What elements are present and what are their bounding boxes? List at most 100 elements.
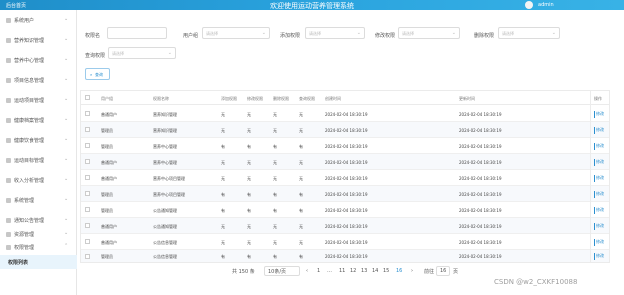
chevron-down-icon: ⌄: [64, 230, 69, 236]
cell-add: 无: [221, 176, 225, 181]
page-16-active[interactable]: 16: [396, 268, 402, 274]
sidebar-item-health-record[interactable]: 健康档案管理 ⌄: [0, 114, 77, 126]
table-row: 管理员 营养中心管理 有 有 有 有 2024-02-04 18:30:19 2…: [81, 138, 609, 154]
sidebar-item-sport-project[interactable]: 运动项目管理 ⌄: [0, 94, 77, 106]
chevron-down-icon: ⌄: [64, 96, 69, 102]
cell-query: 有: [299, 192, 303, 197]
row-checkbox[interactable]: [85, 127, 90, 132]
sidebar-item-label: 系统用户: [14, 18, 35, 24]
row-checkbox[interactable]: [85, 143, 90, 148]
goto-value: 16: [440, 268, 447, 274]
select-placeholder: 请选择: [112, 51, 124, 56]
cell-created: 2024-02-04 18:30:19: [325, 192, 368, 197]
chevron-down-icon: ⌄: [356, 30, 361, 36]
chevron-down-icon: ⌄: [551, 30, 556, 36]
list-icon: [6, 118, 11, 123]
cell-query: 无: [299, 224, 303, 229]
edit-button[interactable]: 修改: [594, 223, 604, 230]
cell-edit: 无: [247, 176, 251, 181]
cell-query: 无: [299, 128, 303, 133]
table-row: 管理员 营养知识管理 无 无 无 无 2024-02-04 18:30:19 2…: [81, 122, 609, 138]
sidebar-item-label: 项目信息管理: [14, 78, 45, 84]
sidebar-item-label: 营养中心管理: [14, 58, 45, 64]
username[interactable]: admin: [538, 2, 554, 8]
list-icon: [6, 98, 11, 103]
sidebar-subitem-label: 权限列表: [8, 260, 29, 266]
edit-button[interactable]: 修改: [594, 207, 604, 214]
row-checkbox[interactable]: [85, 207, 90, 212]
edit-button[interactable]: 修改: [594, 253, 604, 260]
role-select[interactable]: 请选择 ⌄: [202, 27, 270, 39]
page-11[interactable]: 11: [339, 268, 345, 274]
edit-button[interactable]: 修改: [594, 191, 604, 198]
gear-icon: [6, 198, 11, 203]
avatar[interactable]: [525, 1, 533, 9]
row-checkbox[interactable]: [85, 223, 90, 228]
delete-permission-select[interactable]: 请选择 ⌄: [498, 27, 560, 39]
row-checkbox[interactable]: [85, 239, 90, 244]
cell-updated: 2024-02-04 18:30:19: [459, 224, 502, 229]
sidebar-item-users[interactable]: 系统用户 ⌄: [0, 14, 77, 26]
cell-add: 无: [221, 112, 225, 117]
row-checkbox[interactable]: [85, 175, 90, 180]
add-permission-select[interactable]: 请选择 ⌄: [305, 27, 365, 39]
prev-page-button[interactable]: ‹: [306, 268, 308, 274]
page-1[interactable]: 1: [317, 268, 320, 274]
page-15[interactable]: 15: [383, 268, 389, 274]
sidebar-item-permission[interactable]: 权限管理 ⌃: [0, 241, 77, 253]
select-all-checkbox[interactable]: [85, 95, 90, 100]
edit-permission-select[interactable]: 请选择 ⌄: [398, 27, 460, 39]
search-button[interactable]: ⌕ 查询: [85, 68, 110, 80]
page-12[interactable]: 12: [350, 268, 356, 274]
cell-add: 有: [221, 192, 225, 197]
chevron-down-icon: ⌄: [64, 116, 69, 122]
cell-edit: 有: [247, 254, 251, 259]
sidebar-item-notice[interactable]: 通知公告管理 ⌄: [0, 214, 77, 226]
header-add: 添加权限: [221, 96, 237, 101]
edit-button[interactable]: 修改: [594, 159, 604, 166]
sidebar-item-resource[interactable]: 资源管理 ⌄: [0, 228, 77, 240]
cell-created: 2024-02-04 18:30:19: [325, 208, 368, 213]
person-icon: [6, 245, 11, 250]
sidebar-item-nutrition-center[interactable]: 营养中心管理 ⌄: [0, 54, 77, 66]
edit-button[interactable]: 修改: [594, 127, 604, 134]
row-checkbox[interactable]: [85, 159, 90, 164]
page-14[interactable]: 14: [372, 268, 378, 274]
sidebar-item-project-info[interactable]: 项目信息管理 ⌄: [0, 74, 77, 86]
top-bar: 后台首页 欢迎使用运动营养管理系统 admin: [0, 0, 624, 10]
book-icon: [6, 38, 11, 43]
edit-permission-label: 修改权限: [375, 33, 396, 39]
query-permission-select[interactable]: 请选择 ⌄: [108, 47, 176, 59]
cell-permission-name: 营养中心管理: [153, 160, 177, 165]
sidebar-subitem-permission-list[interactable]: 权限列表: [0, 255, 77, 269]
edit-button[interactable]: 修改: [594, 143, 604, 150]
row-checkbox[interactable]: [85, 111, 90, 116]
page-size-select[interactable]: 10条/页: [264, 266, 300, 276]
sidebar-item-healthy-diet[interactable]: 健康饮食管理 ⌄: [0, 134, 77, 146]
cell-delete: 有: [273, 254, 277, 259]
edit-button[interactable]: 修改: [594, 239, 604, 246]
account-input[interactable]: [107, 27, 167, 39]
cell-edit: 无: [247, 128, 251, 133]
list-icon: [6, 158, 11, 163]
sidebar-item-nutrition-knowledge[interactable]: 营养知识管理 ⌄: [0, 34, 77, 46]
select-placeholder: 请选择: [309, 31, 321, 36]
cell-permission-name: 营养中心项目管理: [153, 176, 185, 181]
row-checkbox[interactable]: [85, 191, 90, 196]
page-ellipsis[interactable]: …: [327, 268, 332, 274]
sidebar-item-system[interactable]: 系统管理 ⌄: [0, 194, 77, 206]
next-page-button[interactable]: ›: [411, 268, 413, 274]
table-header: 用户组 权限名称 添加权限 修改权限 删除权限 查询权限 创建时间 更新时间 操…: [81, 91, 609, 105]
sidebar-item-income-analysis[interactable]: 收入分析管理 ⌄: [0, 174, 77, 186]
select-placeholder: 请选择: [402, 31, 414, 36]
chevron-down-icon: ⌄: [451, 30, 456, 36]
cell-query: 有: [299, 208, 303, 213]
edit-button[interactable]: 修改: [594, 111, 604, 118]
goto-input[interactable]: 16: [436, 266, 450, 276]
row-checkbox[interactable]: [85, 254, 90, 259]
cell-role: 普通用户: [101, 160, 117, 165]
sidebar-item-sport-goal[interactable]: 运动目标管理 ⌄: [0, 154, 77, 166]
page-13[interactable]: 13: [361, 268, 367, 274]
edit-button[interactable]: 修改: [594, 175, 604, 182]
cell-created: 2024-02-04 18:30:19: [325, 144, 368, 149]
